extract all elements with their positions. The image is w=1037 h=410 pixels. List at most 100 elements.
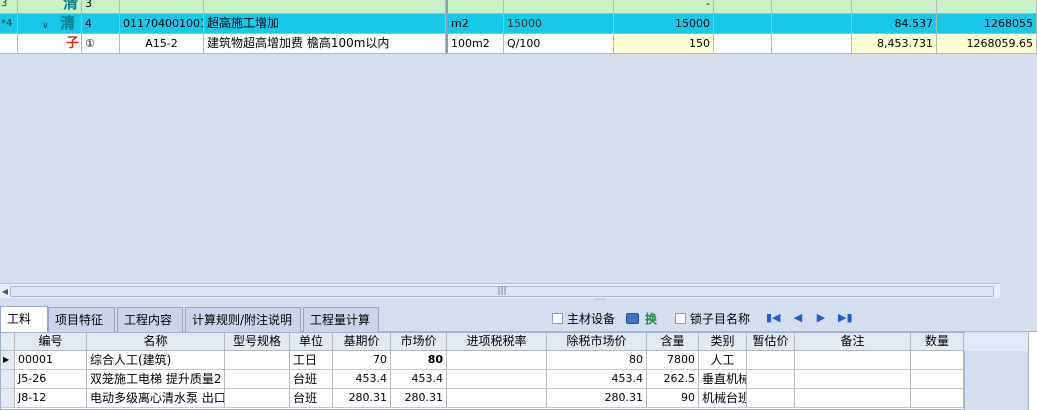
qty-cell[interactable]: - (614, 0, 714, 14)
price-cell[interactable] (852, 0, 937, 14)
net-price-cell[interactable]: 280.31 (547, 389, 647, 408)
code-cell[interactable]: A15-2 (120, 34, 204, 54)
total-cell[interactable] (937, 0, 1037, 14)
col-header-category[interactable]: 类别 (699, 333, 747, 351)
row-header[interactable]: 3 (0, 0, 18, 14)
seq-cell[interactable]: 4 (82, 14, 120, 34)
splitter-grip-icon[interactable]: ···· (595, 296, 609, 304)
quantity-cell[interactable] (911, 351, 964, 370)
qty-cell[interactable]: 15000 (614, 14, 714, 34)
col-header-estimate[interactable]: 暂估价 (747, 333, 795, 351)
net-price-cell[interactable]: 80 (547, 351, 647, 370)
scroll-left-icon[interactable]: ◀ (0, 285, 10, 298)
main-equipment-checkbox[interactable]: 主材设备 (552, 310, 615, 328)
quantity-cell[interactable] (911, 370, 964, 389)
prev-record-icon[interactable]: ◀ (791, 311, 805, 325)
table-row-selected[interactable]: ▶ 00001 综合人工(建筑) 工日 70 80 80 7800 人工 (1, 351, 1037, 370)
expr-cell[interactable]: 15000 (504, 14, 614, 34)
base-price-cell[interactable]: 280.31 (333, 389, 391, 408)
table-row[interactable]: J8-12 电动多级离心清水泵 出口 台班 280.31 280.31 280.… (1, 389, 1037, 408)
total-cell[interactable]: 1268055 (937, 14, 1037, 34)
estimate-cell[interactable] (747, 370, 795, 389)
code-cell[interactable]: 00001 (15, 351, 87, 370)
base-price-cell[interactable]: 70 (333, 351, 391, 370)
col-header-net-price[interactable]: 除税市场价 (547, 333, 647, 351)
code-cell[interactable] (120, 0, 204, 14)
note-cell[interactable] (795, 351, 911, 370)
unit-cell[interactable]: 工日 (290, 351, 333, 370)
scrollbar-thumb[interactable]: ||| (10, 286, 994, 297)
col-header-base-price[interactable]: 基期价 (333, 333, 391, 351)
category-cell[interactable]: 人工 (699, 351, 747, 370)
spec-cell[interactable] (225, 370, 290, 389)
estimate-cell[interactable] (747, 389, 795, 408)
expr-cell[interactable]: Q/100 (504, 34, 614, 54)
category-cell[interactable]: 机械台班 (699, 389, 747, 408)
tab-work-content[interactable]: 工程内容 (117, 307, 183, 332)
content-cell[interactable]: 262.5 (647, 370, 699, 389)
market-price-cell[interactable]: 453.4 (391, 370, 447, 389)
price-cell[interactable]: 8,453.731 (852, 34, 937, 54)
table-row[interactable]: 3 清 3 - (0, 0, 1037, 14)
chevron-down-icon[interactable]: ∨ (42, 21, 49, 31)
name-cell[interactable]: 综合人工(建筑) (87, 351, 225, 370)
name-cell[interactable]: 双笼施工电梯 提升质量2 (87, 370, 225, 389)
total-cell[interactable]: 1268059.65 (937, 34, 1037, 54)
tab-quantity-calc[interactable]: 工程量计算 (303, 307, 379, 332)
tab-materials[interactable]: 工料机 (0, 306, 48, 350)
tax-rate-cell[interactable] (447, 351, 547, 370)
code-cell[interactable]: J8-12 (15, 389, 87, 408)
col-header-unit[interactable]: 单位 (290, 333, 333, 351)
price-cell[interactable]: 84.537 (852, 14, 937, 34)
name-cell[interactable] (204, 0, 446, 14)
name-cell[interactable]: 电动多级离心清水泵 出口 (87, 389, 225, 408)
col-header-note[interactable]: 备注 (795, 333, 911, 351)
unit-cell[interactable] (446, 0, 504, 14)
market-price-cell[interactable]: 280.31 (391, 389, 447, 408)
first-record-icon[interactable]: ▮◀ (766, 311, 781, 325)
col-header-content[interactable]: 含量 (647, 333, 699, 351)
expr-cell[interactable] (504, 0, 614, 14)
category-cell[interactable]: 垂直机械 (699, 370, 747, 389)
spec-cell[interactable] (225, 389, 290, 408)
row-header[interactable]: *4 (0, 14, 18, 34)
replace-button[interactable]: 换 (626, 310, 657, 328)
seq-cell[interactable]: ① (82, 34, 120, 54)
name-cell[interactable]: 超高施工增加 (204, 14, 446, 34)
content-cell[interactable]: 90 (647, 389, 699, 408)
table-row[interactable]: J5-26 双笼施工电梯 提升质量2 台班 453.4 453.4 453.4 … (1, 370, 1037, 389)
spec-cell[interactable] (225, 351, 290, 370)
row-header[interactable] (0, 34, 18, 54)
unit-cell[interactable]: 台班 (290, 389, 333, 408)
code-cell[interactable]: J5-26 (15, 370, 87, 389)
estimate-cell[interactable] (747, 351, 795, 370)
col-header-tax-rate[interactable]: 进项税税率 (447, 333, 547, 351)
unit-cell[interactable]: 100m2 (446, 34, 504, 54)
qty-cell[interactable]: 150 (614, 34, 714, 54)
lock-name-checkbox[interactable]: 锁子目名称 (675, 310, 750, 328)
note-cell[interactable] (795, 389, 911, 408)
col-header-name[interactable]: 名称 (87, 333, 225, 351)
market-price-cell[interactable]: 80 (391, 351, 447, 370)
name-cell[interactable]: 建筑物超高增加费 檐高100m以内 (204, 34, 446, 54)
base-price-cell[interactable]: 453.4 (333, 370, 391, 389)
table-row-selected[interactable]: *4 ∨ 清 4 011704001001 超高施工增加 m2 15000 15… (0, 14, 1037, 34)
quantity-cell[interactable] (911, 389, 964, 408)
code-cell[interactable]: 011704001001 (120, 14, 204, 34)
col-header-spec[interactable]: 型号规格 (225, 333, 290, 351)
horizontal-scrollbar[interactable]: ◀ ||| (0, 283, 1000, 298)
seq-cell[interactable]: 3 (82, 0, 120, 14)
tax-rate-cell[interactable] (447, 389, 547, 408)
unit-cell[interactable]: m2 (446, 14, 504, 34)
col-header-code[interactable]: 编号 (15, 333, 87, 351)
last-record-icon[interactable]: ▶▮ (838, 311, 853, 325)
table-row[interactable]: 子 ① A15-2 建筑物超高增加费 檐高100m以内 100m2 Q/100 … (0, 34, 1037, 54)
net-price-cell[interactable]: 453.4 (547, 370, 647, 389)
col-header-quantity[interactable]: 数量 (911, 333, 964, 351)
tax-rate-cell[interactable] (447, 370, 547, 389)
next-record-icon[interactable]: ▶ (814, 311, 828, 325)
note-cell[interactable] (795, 370, 911, 389)
unit-cell[interactable]: 台班 (290, 370, 333, 389)
tab-item-features[interactable]: 项目特征 (48, 307, 115, 332)
content-cell[interactable]: 7800 (647, 351, 699, 370)
